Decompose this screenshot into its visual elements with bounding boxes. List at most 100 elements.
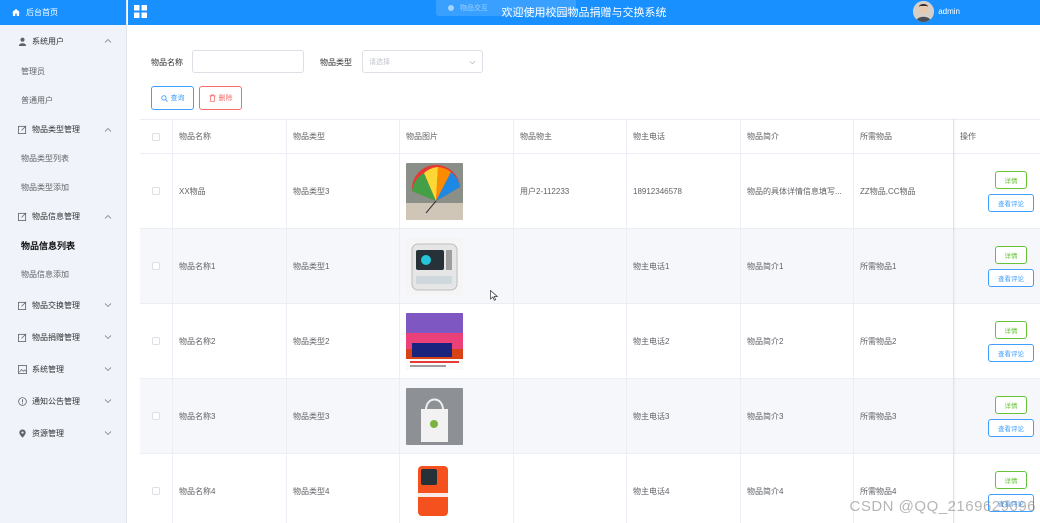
- column-header: 物品名称: [173, 120, 287, 153]
- page-title: 欢迎使用校园物品捐赠与交换系统: [501, 7, 667, 19]
- column-header: 物品物主: [514, 120, 627, 153]
- item-image-cell: [400, 304, 514, 378]
- chevron-up-icon: [104, 127, 112, 132]
- sidebar-brand[interactable]: 后台首页: [0, 0, 126, 25]
- item-type: 物品类型3: [287, 154, 400, 228]
- item-intro: 物品简介4: [741, 454, 854, 523]
- trash-icon: [208, 94, 216, 102]
- search-icon: [160, 94, 168, 102]
- item-intro: 物品简介2: [741, 304, 854, 378]
- sidebar-item-label: 物品类型管理: [32, 125, 80, 134]
- row-checkbox[interactable]: [152, 187, 160, 195]
- type-filter-label: 物品类型: [320, 58, 352, 67]
- row-checkbox[interactable]: [152, 487, 160, 495]
- umbrella-image[interactable]: [406, 162, 463, 220]
- chevron-down-icon: [104, 335, 112, 340]
- sidebar-subitem-category-list[interactable]: 物品类型列表: [0, 144, 126, 173]
- row-select-cell: [140, 229, 173, 303]
- sidebar-item-label: 系统管理: [32, 364, 64, 374]
- item-owner: [514, 379, 627, 453]
- detail-button[interactable]: 详情: [995, 395, 1027, 414]
- mouse-cursor-icon: [490, 290, 498, 301]
- row-checkbox[interactable]: [152, 412, 160, 420]
- user-icon: [18, 37, 27, 46]
- chevron-up-icon: [104, 38, 112, 43]
- delete-button[interactable]: 删除: [199, 86, 242, 110]
- type-filter-placeholder: 请选择: [369, 58, 390, 66]
- monitor-image[interactable]: [406, 312, 463, 370]
- view-comments-button[interactable]: 查看评论: [988, 193, 1034, 212]
- item-intro: 物品简介1: [741, 229, 854, 303]
- item-intro: 物品简介3: [741, 379, 854, 453]
- sidebar-item-exchange-mgmt[interactable]: 物品交换管理: [0, 289, 126, 321]
- detail-button[interactable]: 详情: [995, 245, 1027, 264]
- username[interactable]: admin: [938, 7, 960, 16]
- chevron-down-icon: [469, 60, 476, 65]
- desktop-pc-image[interactable]: [406, 237, 463, 295]
- row-checkbox[interactable]: [152, 262, 160, 270]
- fixed-column-shadow: [953, 119, 956, 523]
- chevron-down-icon: [104, 431, 112, 436]
- chevron-up-icon: [104, 214, 112, 219]
- owner-phone: 物主电话1: [627, 229, 741, 303]
- brand-label: 后台首页: [26, 8, 58, 17]
- avatar[interactable]: [913, 1, 934, 22]
- table-row: XX物品 物品类型3 用户2-112233 18912346578 物品的具体详…: [140, 154, 1040, 229]
- detail-button[interactable]: 详情: [995, 320, 1027, 339]
- detail-button[interactable]: 详情: [995, 470, 1027, 489]
- table-row: 物品名称2 物品类型2 物主电话2 物品简介2 所需物品2 详情 查看评论: [140, 304, 1040, 379]
- item-intro: 物品的具体详情信息填写...: [741, 154, 854, 228]
- item-owner: [514, 229, 627, 303]
- location-icon: [19, 428, 26, 438]
- sidebar-item-system-mgmt[interactable]: 系统管理: [0, 353, 126, 385]
- search-button[interactable]: 查询: [151, 86, 194, 110]
- needed-items: ZZ物品,CC物品: [854, 154, 954, 228]
- sidebar-item-category-mgmt[interactable]: 物品类型管理: [0, 115, 126, 144]
- owner-phone: 物主电话3: [627, 379, 741, 453]
- sidebar-subitem-info-list[interactable]: 物品信息列表: [0, 231, 126, 260]
- sidebar-subitem-admin[interactable]: 管理员: [0, 57, 126, 86]
- column-header: 所需物品: [854, 120, 954, 153]
- type-filter-select[interactable]: 请选择: [362, 50, 483, 73]
- column-header: 物品类型: [287, 120, 400, 153]
- view-comments-button[interactable]: 查看评论: [988, 268, 1034, 287]
- sidebar-subitem-info-add[interactable]: 物品信息添加: [0, 260, 126, 289]
- select-all-checkbox[interactable]: [152, 132, 160, 141]
- view-comments-button[interactable]: 查看评论: [988, 418, 1034, 437]
- item-image-cell: [400, 454, 514, 523]
- item-name: 物品名称3: [173, 379, 287, 453]
- view-comments-button[interactable]: 查看评论: [988, 343, 1034, 362]
- item-owner: [514, 304, 627, 378]
- orange-phone-image[interactable]: [406, 462, 463, 520]
- column-header: 物品图片: [400, 120, 514, 153]
- detail-button[interactable]: 详情: [995, 170, 1027, 189]
- table-row: 物品名称3 物品类型3 物主电话3 物品简介3 所需物品3 详情 查看评论: [140, 379, 1040, 454]
- tote-bag-image[interactable]: [406, 387, 463, 445]
- sidebar-subitem-category-add[interactable]: 物品类型添加: [0, 173, 126, 202]
- item-type: 物品类型1: [287, 229, 400, 303]
- sidebar-item-system-user[interactable]: 系统用户: [0, 25, 126, 57]
- sidebar-item-info-mgmt[interactable]: 物品信息管理: [0, 202, 126, 231]
- row-checkbox[interactable]: [152, 337, 160, 345]
- row-select-cell: [140, 154, 173, 228]
- needed-items: 所需物品1: [854, 229, 954, 303]
- item-table: 物品名称 物品类型 物品图片 物品物主 物主电话 物品简介 所需物品 操作 XX…: [140, 119, 1040, 523]
- sidebar-item-resource-mgmt[interactable]: 资源管理: [0, 417, 126, 449]
- sidebar-item-label: 物品信息管理: [32, 212, 80, 221]
- sidebar-subitem-normal-user[interactable]: 普通用户: [0, 86, 126, 115]
- item-name: 物品名称2: [173, 304, 287, 378]
- sidebar-item-label: 系统用户: [32, 36, 64, 46]
- select-all-cell: [140, 120, 173, 153]
- row-actions: 详情 查看评论: [954, 304, 1040, 378]
- edit-icon: [18, 301, 27, 310]
- item-type: 物品类型4: [287, 454, 400, 523]
- item-name: 物品名称1: [173, 229, 287, 303]
- name-filter-label: 物品名称: [151, 58, 183, 67]
- item-image-cell: [400, 379, 514, 453]
- sidebar-item-notice-mgmt[interactable]: 通知公告管理: [0, 385, 126, 417]
- name-filter-input[interactable]: [192, 50, 304, 73]
- item-owner: [514, 454, 627, 523]
- info-icon: [18, 396, 27, 406]
- chevron-down-icon: [104, 399, 112, 404]
- sidebar-item-donation-mgmt[interactable]: 物品捐赠管理: [0, 321, 126, 353]
